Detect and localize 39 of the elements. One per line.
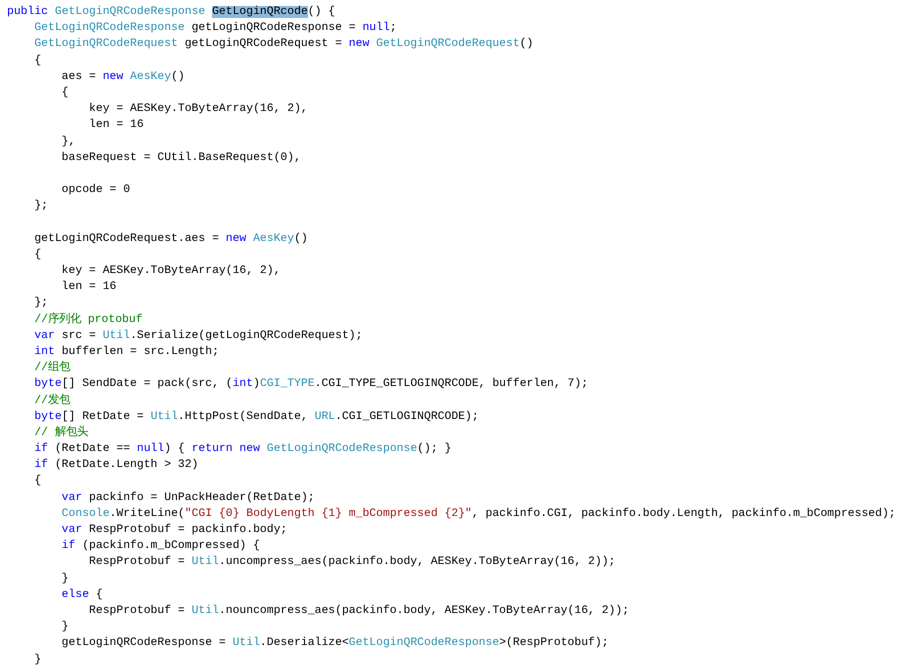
code-line: aes = new AesKey() bbox=[60, 70, 185, 85]
code-line: if (packinfo.m_bCompressed) { bbox=[60, 538, 260, 554]
code-line: len = 16 bbox=[60, 280, 116, 296]
code-line: Console.WriteLine("CGI {0} BodyLength {1} m_bCompressed {2}", packinfo.CGI, packinfo.body.Length, packinfo.m_bCompressed); bbox=[60, 506, 896, 522]
code-line: // 解包头 bbox=[33, 424, 88, 441]
code-line: { bbox=[60, 86, 69, 101]
code-line: public GetLoginQRCodeResponse GetLoginQRcode() { bbox=[7, 4, 336, 20]
code-line: //组包 bbox=[33, 360, 70, 376]
code-line: } bbox=[33, 652, 42, 668]
code-line: baseRequest = CUtil.BaseRequest(0), bbox=[60, 150, 301, 166]
code-line: getLoginQRCodeRequest.aes = new AesKey() bbox=[33, 232, 308, 247]
code-line: byte[] RetDate = Util.HttpPost(SendDate, URL.CGI_GETLOGINQRCODE); bbox=[33, 410, 479, 425]
code-line: }, bbox=[60, 134, 76, 150]
code-line: if (RetDate == null) { return new GetLoginQRCodeResponse(); } bbox=[33, 442, 452, 458]
code-line: { bbox=[33, 474, 42, 490]
code-line: //序列化 protobuf bbox=[33, 312, 143, 328]
code-line: key = AESKey.ToByteArray(16, 2), bbox=[60, 264, 280, 279]
code-line: GetLoginQRCodeRequest getLoginQRCodeRequest = new GetLoginQRCodeRequest() bbox=[33, 36, 534, 52]
code-line: var src = Util.Serialize(getLoginQRCodeRequest); bbox=[33, 328, 362, 344]
code-line: var packinfo = UnPackHeader(RetDate); bbox=[60, 490, 315, 506]
code-line: int bufferlen = src.Length; bbox=[33, 344, 219, 360]
code-line: }; bbox=[33, 198, 48, 214]
code-line: getLoginQRCodeResponse = Util.Deserialize<GetLoginQRCodeResponse>(RespProtobuf); bbox=[60, 636, 609, 652]
code-line: RespProtobuf = Util.nouncompress_aes(packinfo.body, AESKey.ToByteArray(16, 2)); bbox=[88, 604, 630, 619]
code-line: GetLoginQRCodeResponse getLoginQRCodeResponse = null; bbox=[33, 20, 397, 36]
code-line: } bbox=[60, 620, 69, 636]
code-line: var RespProtobuf = packinfo.body; bbox=[60, 522, 288, 538]
code-line: len = 16 bbox=[88, 118, 144, 134]
code-line: else { bbox=[60, 588, 103, 603]
code-line: if (RetDate.Length > 32) bbox=[33, 458, 198, 474]
code-line: opcode = 0 bbox=[60, 182, 130, 198]
code-line: { bbox=[33, 54, 42, 69]
code-line: }; bbox=[33, 296, 48, 312]
code-line: key = AESKey.ToByteArray(16, 2), bbox=[88, 102, 308, 118]
code-line: } bbox=[60, 572, 69, 587]
code-line: //发包 bbox=[33, 392, 70, 408]
code-line: { bbox=[33, 248, 42, 263]
code-line: byte[] SendDate = pack(src, (int)CGI_TYPE.CGI_TYPE_GETLOGINQRCODE, bufferlen, 7); bbox=[33, 376, 588, 392]
code-line: RespProtobuf = Util.uncompress_aes(packinfo.body, AESKey.ToByteArray(16, 2)); bbox=[88, 554, 616, 570]
